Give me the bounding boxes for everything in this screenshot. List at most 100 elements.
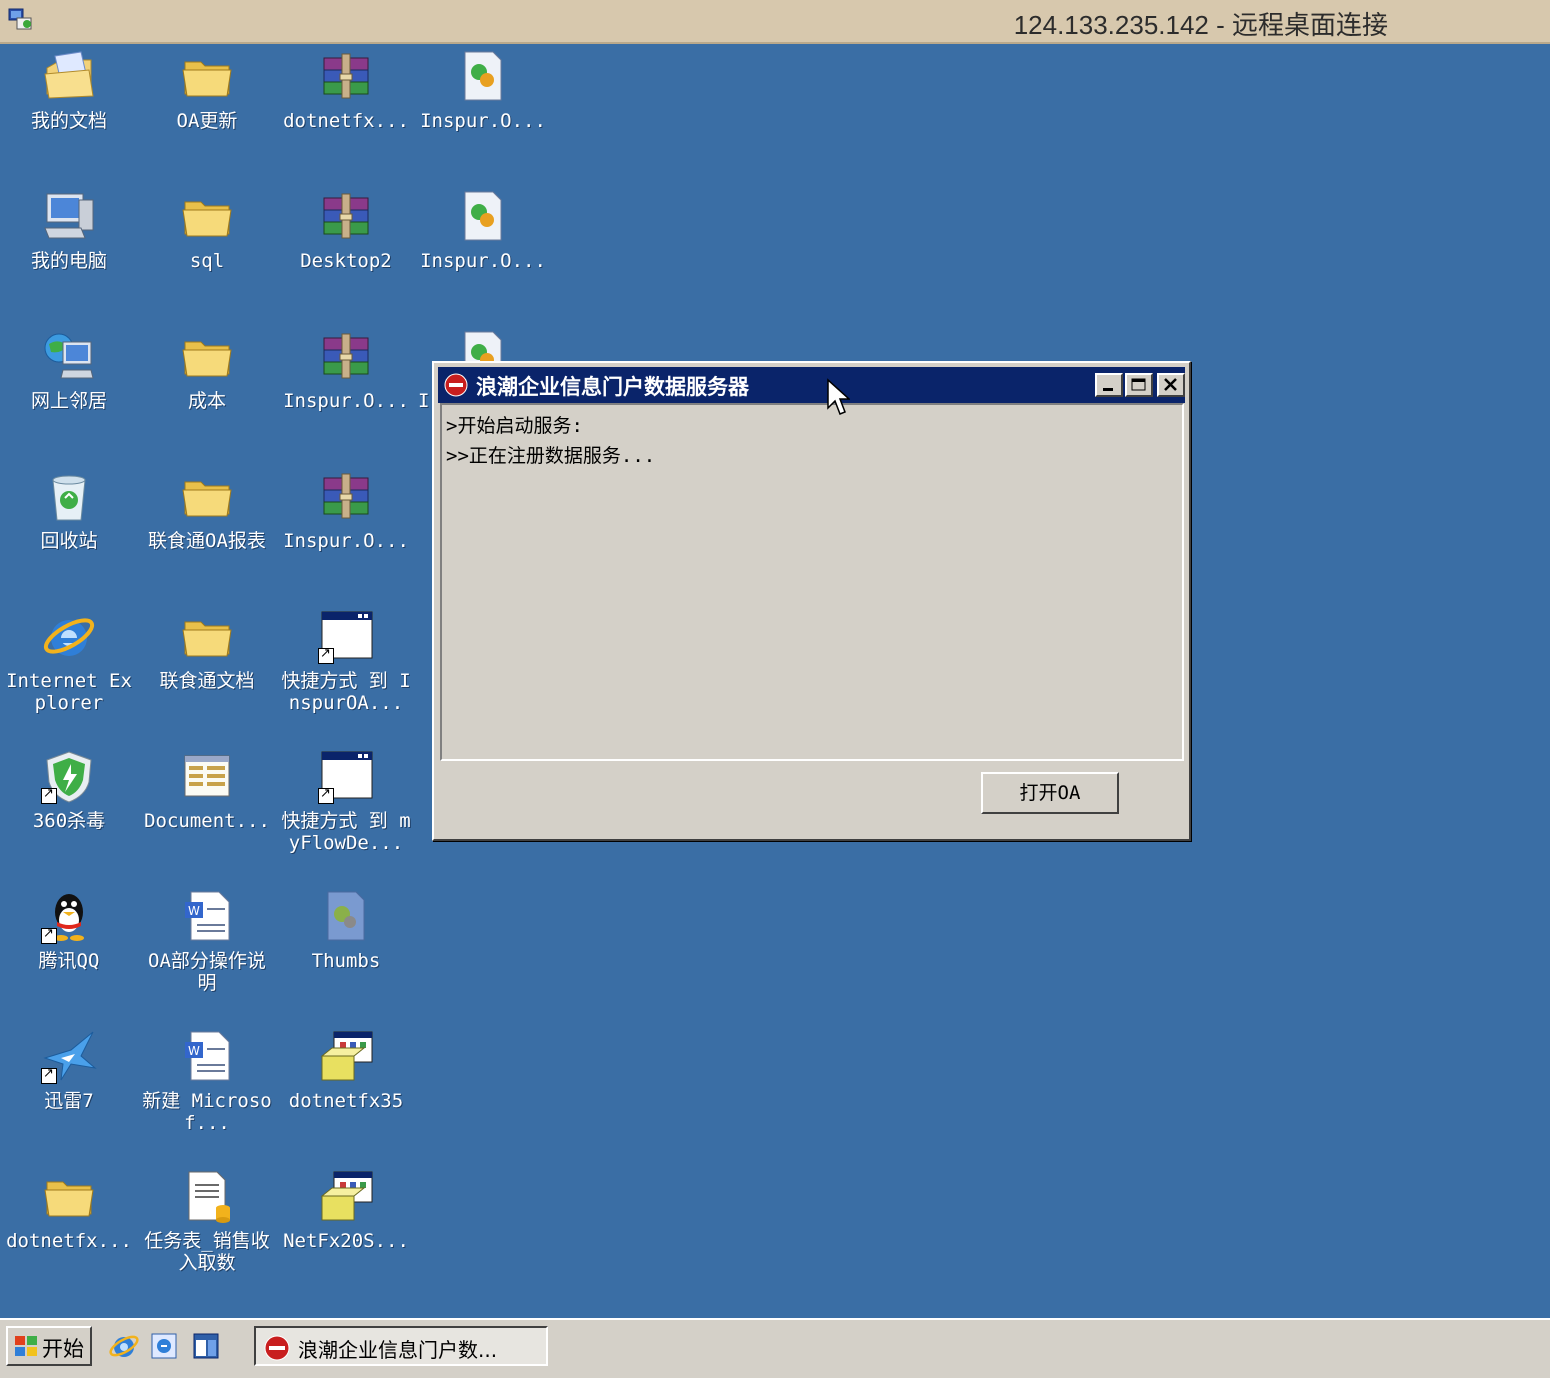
- desktop-icon-shortcut-inspuroa[interactable]: 快捷方式 到 InspurOA...: [277, 604, 415, 714]
- desktop-icon-inspur-package-2[interactable]: Inspur.O...: [414, 184, 552, 272]
- desktop-icon-label: dotnetfx...: [283, 110, 409, 132]
- text-file-icon: [179, 1168, 235, 1224]
- mouse-cursor-icon: [827, 378, 850, 415]
- maximize-button[interactable]: [1125, 373, 1153, 397]
- taskbar: 开始 浪潮企业信息门户数...: [0, 1318, 1550, 1378]
- desktop-icon-sql[interactable]: sql: [138, 184, 276, 272]
- word-document-icon: W: [179, 888, 235, 944]
- desktop-icon-label: 网上邻居: [30, 390, 107, 412]
- my-computer-icon: [41, 188, 97, 244]
- desktop-icon-task-sheet[interactable]: 任务表_销售收入取数: [138, 1164, 276, 1274]
- desktop-icon-oa-update[interactable]: OA更新: [138, 44, 276, 132]
- minimize-button[interactable]: [1095, 373, 1123, 397]
- desktop-icon-qq[interactable]: 腾讯QQ: [0, 884, 138, 972]
- open-oa-button[interactable]: 打开OA: [981, 772, 1119, 814]
- desktop-icon-label: 新建 Microsof...: [142, 1090, 272, 1134]
- desktop-icon-label: 快捷方式 到 InspurOA...: [281, 670, 411, 714]
- desktop-icon-oa-guide[interactable]: W OA部分操作说明: [138, 884, 276, 994]
- desktop-icon-label: Inspur.O...: [283, 390, 409, 412]
- installer-package-icon: [455, 188, 511, 244]
- desktop-icon-dotnetfx-folder[interactable]: dotnetfx...: [0, 1164, 138, 1252]
- shortcut-arrow-icon: [41, 1066, 57, 1084]
- desktop-icon-label: Inspur.O...: [420, 110, 546, 132]
- desktop-icon-cost[interactable]: 成本: [138, 324, 276, 412]
- desktop-icon-label: OA部分操作说明: [148, 950, 266, 994]
- service-log-area[interactable]: >开始启动服务: >>正在注册数据服务...: [440, 403, 1184, 761]
- desktop-icon-dotnetfx35[interactable]: dotnetfx35: [277, 1024, 415, 1112]
- desktop-icon-new-microsoft[interactable]: W 新建 Microsof...: [138, 1024, 276, 1134]
- folder-icon: [179, 48, 235, 104]
- start-label: 开始: [42, 1337, 84, 1361]
- desktop-icon-thumbs[interactable]: Thumbs: [277, 884, 415, 972]
- desktop-icon-label: Inspur.O...: [420, 250, 546, 272]
- desktop-icon-document[interactable]: Document...: [138, 744, 276, 832]
- desktop-icon-label: sql: [189, 250, 225, 272]
- desktop-icon-netfx20s[interactable]: NetFx20S...: [277, 1164, 415, 1252]
- log-line: >>正在注册数据服务...: [446, 445, 656, 467]
- desktop-icon-label: dotnetfx35: [288, 1090, 404, 1112]
- desktop-icon-docs[interactable]: 联食通文档: [138, 604, 276, 692]
- shortcut-arrow-icon: [318, 786, 334, 804]
- windows-logo-icon: [15, 1336, 37, 1356]
- quick-launch-ie-icon[interactable]: [108, 1330, 140, 1362]
- document-list-icon: [179, 748, 235, 804]
- desktop-icon-desktop2[interactable]: Desktop2: [277, 184, 415, 272]
- desktop-icon-label: 腾讯QQ: [38, 950, 100, 972]
- desktop-icon-inspur-package-1[interactable]: Inspur.O...: [414, 44, 552, 132]
- desktop-icon-shortcut-myflowde[interactable]: 快捷方式 到 myFlowDe...: [277, 744, 415, 854]
- inspur-data-server-window: 浪潮企业信息门户数据服务器 >开始启动服务: >>正在注册数据服务... 打开O…: [432, 361, 1191, 841]
- quick-launch-browser-icon[interactable]: [148, 1330, 180, 1362]
- desktop-icon-my-documents[interactable]: 我的文档: [0, 44, 138, 132]
- desktop-icon-label: Document...: [144, 810, 270, 832]
- taskbar-item-label: 浪潮企业信息门户数...: [298, 1338, 498, 1362]
- svg-text:W: W: [188, 1044, 200, 1058]
- remote-desktop-icon[interactable]: [8, 8, 34, 32]
- shortcut-arrow-icon: [41, 786, 57, 804]
- desktop-icon-label: Internet Explorer: [6, 670, 132, 714]
- word-document-icon: W: [179, 1028, 235, 1084]
- network-places-icon: [41, 328, 97, 384]
- desktop-icon-inspur-archive-2[interactable]: Inspur.O...: [277, 464, 415, 552]
- window-title: 浪潮企业信息门户数据服务器: [476, 375, 749, 399]
- desktop-icon-dotnetfx-archive[interactable]: dotnetfx...: [277, 44, 415, 132]
- my-documents-icon: [41, 48, 97, 104]
- shortcut-arrow-icon: [318, 646, 334, 664]
- desktop-icon-label: 任务表_销售收入取数: [144, 1230, 270, 1274]
- desktop-icon-recycle-bin[interactable]: 回收站: [0, 464, 138, 552]
- shortcut-arrow-icon: [41, 926, 57, 944]
- window-title-bar[interactable]: 浪潮企业信息门户数据服务器: [438, 367, 1185, 403]
- start-button[interactable]: 开始: [6, 1326, 92, 1366]
- desktop-icon-360-antivirus[interactable]: 360杀毒: [0, 744, 138, 832]
- quick-launch-desktop-icon[interactable]: [190, 1330, 222, 1362]
- desktop-icon-label: 我的文档: [30, 110, 107, 132]
- thunder-bird-icon: [41, 1028, 97, 1084]
- thumbs-db-icon: [318, 888, 374, 944]
- desktop-icon-label: Desktop2: [300, 250, 392, 272]
- desktop-icon-label: 联食通OA报表: [148, 530, 266, 552]
- desktop-icon-my-computer[interactable]: 我的电脑: [0, 184, 138, 272]
- folder-icon: [179, 468, 235, 524]
- desktop-icon-label: Inspur.O...: [283, 530, 409, 552]
- desktop-icon-label: NetFx20S...: [283, 1230, 409, 1252]
- installer-package-icon: [455, 48, 511, 104]
- setup-box-icon: [318, 1168, 374, 1224]
- desktop-icon-label: OA更新: [176, 110, 238, 132]
- svg-text:W: W: [188, 904, 200, 918]
- desktop-icon-internet-explorer[interactable]: Internet Explorer: [0, 604, 138, 714]
- winrar-archive-icon: [318, 328, 374, 384]
- log-line: >开始启动服务:: [446, 415, 583, 437]
- qq-penguin-icon: [41, 888, 97, 944]
- desktop-icon-label: dotnetfx...: [6, 1230, 132, 1252]
- close-button[interactable]: [1157, 373, 1185, 397]
- desktop-icon-oa-report[interactable]: 联食通OA报表: [138, 464, 276, 552]
- minimize-icon: [1103, 388, 1113, 391]
- desktop-icon-inspur-archive-1[interactable]: Inspur.O...: [277, 324, 415, 412]
- desktop-icon-label: Thumbs: [311, 950, 381, 972]
- desktop-icon-label: 迅雷7: [44, 1090, 94, 1112]
- desktop-icon-network-places[interactable]: 网上邻居: [0, 324, 138, 412]
- inspur-app-icon: [264, 1335, 290, 1361]
- desktop-icon-label: 360杀毒: [32, 810, 106, 832]
- desktop-icon-thunder[interactable]: 迅雷7: [0, 1024, 138, 1112]
- recycle-bin-icon: [41, 468, 97, 524]
- taskbar-item-inspur[interactable]: 浪潮企业信息门户数...: [254, 1326, 548, 1366]
